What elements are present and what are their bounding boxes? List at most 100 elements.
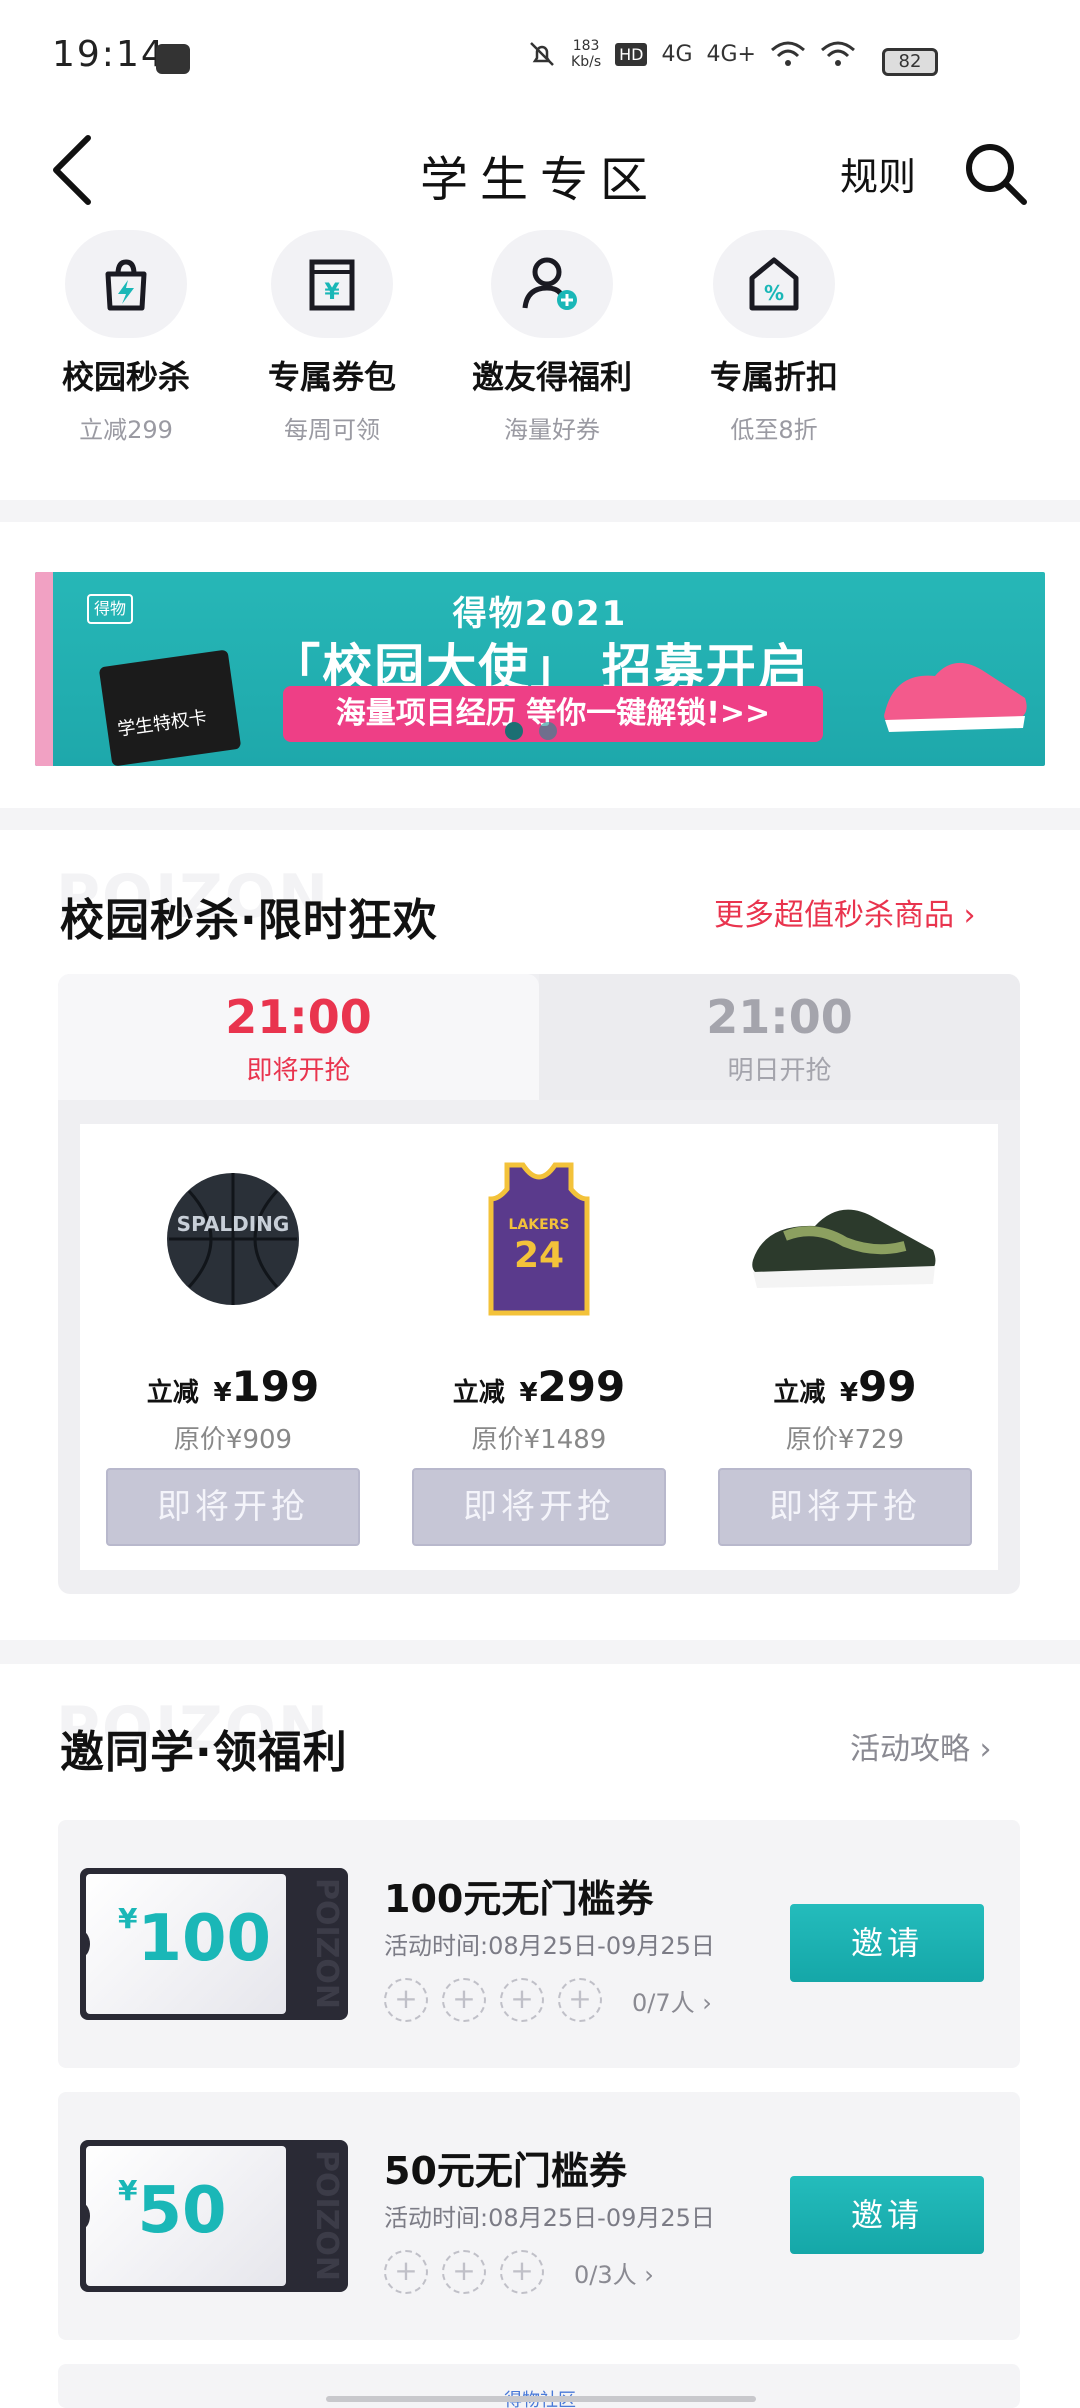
product-price: 立减 ¥299	[452, 1362, 626, 1411]
section-divider	[0, 1640, 1080, 1664]
search-icon	[966, 144, 1027, 205]
feature-name: 邀友得福利	[471, 358, 632, 396]
flash-sale-title: 校园秒杀·限时狂欢	[60, 895, 438, 946]
feature-icon-circle	[491, 230, 613, 338]
coupon-name: 100元无门槛券	[384, 1877, 654, 1921]
feature-icon-circle: %	[713, 230, 835, 338]
invite-slots: + + + + 0/7人 ›	[384, 1978, 712, 2022]
section-divider	[0, 500, 1080, 522]
jersey-image: LAKERS 24	[439, 1154, 639, 1324]
shopping-bag-bolt-icon	[105, 259, 147, 311]
chevron-right-icon: ›	[702, 1988, 712, 2017]
status-icons: 183 Kb/s HD 4G 4G+	[527, 38, 940, 70]
svg-text:¥: ¥	[324, 280, 340, 305]
tab-status: 明日开抢	[727, 1056, 832, 1086]
feature-sub: 低至8折	[730, 416, 818, 444]
rules-link[interactable]: 规则	[840, 146, 916, 201]
network-label-2: 4G+	[706, 41, 756, 67]
product-price: 立减 ¥99	[773, 1362, 917, 1411]
invite-button[interactable]: 邀请	[790, 2176, 984, 2254]
coupon-brand: POIZON	[309, 2150, 344, 2282]
original-price: 原价¥1489	[471, 1425, 607, 1455]
network-label-1: 4G	[661, 41, 693, 67]
student-card-image: 学生特权卡	[98, 649, 242, 766]
feature-shortcuts: 校园秒杀 立减299 ¥ 专属券包 每周可领 邀友得福利 海量好券 % 专属折扣…	[0, 230, 1080, 470]
feature-icon-circle: ¥	[271, 230, 393, 338]
original-price: 原价¥729	[785, 1425, 905, 1455]
search-button[interactable]	[960, 138, 1030, 208]
more-flash-sale-link[interactable]: 更多超值秒杀商品 ›	[714, 890, 976, 934]
tab-status: 即将开抢	[246, 1056, 351, 1086]
empty-slot-icon: +	[500, 2250, 544, 2294]
feature-name: 校园秒杀	[61, 358, 190, 396]
product-card[interactable]: 立减 ¥99 原价¥729 即将开抢	[694, 1124, 996, 1570]
chevron-right-icon: ›	[644, 2260, 654, 2289]
chevron-right-icon: ›	[963, 898, 976, 933]
hd-icon: HD	[615, 42, 648, 66]
tab-time: 21:00	[225, 990, 372, 1044]
product-card[interactable]: LAKERS 24 立减 ¥299 原价¥1489 即将开抢	[388, 1124, 690, 1570]
product-card[interactable]: SPALDING 立减 ¥199 原价¥909 即将开抢	[82, 1124, 384, 1570]
user-add-icon	[522, 257, 577, 310]
product-price: 立减 ¥199	[146, 1362, 320, 1411]
feature-voucher-pack[interactable]: ¥ 专属券包 每周可领	[232, 230, 432, 445]
tab-today[interactable]: 21:00 即将开抢	[58, 974, 539, 1100]
buy-soon-button[interactable]: 即将开抢	[106, 1468, 360, 1546]
empty-slot-icon: +	[442, 2250, 486, 2294]
invite-title: 邀同学·领福利	[60, 1727, 348, 1778]
svg-text:24: 24	[514, 1235, 564, 1276]
sneaker-image	[745, 1154, 945, 1324]
coupon-ticket: ¥50 POIZON	[80, 2140, 348, 2292]
svg-text:LAKERS: LAKERS	[508, 1217, 569, 1233]
invite-slots: + + + 0/3人 ›	[384, 2250, 654, 2294]
basketball-image: SPALDING	[133, 1154, 333, 1324]
student-card-text: 学生特权卡	[116, 707, 209, 741]
status-time: 19:14	[52, 34, 166, 75]
invite-button[interactable]: 邀请	[790, 1904, 984, 1982]
empty-slot-icon: +	[500, 1978, 544, 2022]
tab-time: 21:00	[706, 990, 853, 1044]
invite-progress[interactable]: 0/3人 ›	[574, 2255, 654, 2290]
header: 学生专区 规则	[0, 120, 1080, 220]
feature-invite-friends[interactable]: 邀友得福利 海量好券	[452, 230, 652, 445]
feature-name: 专属券包	[267, 358, 396, 396]
guide-link-text: 活动攻略	[850, 1732, 970, 1767]
tab-tomorrow[interactable]: 21:00 明日开抢	[539, 974, 1020, 1100]
empty-slot-icon: +	[442, 1978, 486, 2022]
home-indicator[interactable]	[326, 2396, 756, 2402]
coupon-ticket: ¥100 POIZON	[80, 1868, 348, 2020]
feature-name: 专属折扣	[709, 358, 838, 396]
feature-sub: 立减299	[79, 416, 173, 444]
page-dot	[505, 722, 523, 740]
product-list: SPALDING 立减 ¥199 原价¥909 即将开抢 LAKERS 24 立减…	[80, 1124, 998, 1570]
empty-slot-icon: +	[384, 1978, 428, 2022]
activity-guide-link[interactable]: 活动攻略 ›	[850, 1724, 992, 1768]
feature-exclusive-discount[interactable]: % 专属折扣 低至8折	[674, 230, 874, 445]
section-divider	[0, 808, 1080, 830]
status-bar: 19:14 183 Kb/s HD 4G 4G+ 82	[0, 0, 1080, 120]
feature-icon-circle	[65, 230, 187, 338]
buy-soon-button[interactable]: 即将开抢	[718, 1468, 972, 1546]
svg-text:SPALDING: SPALDING	[177, 1212, 290, 1236]
empty-slot-icon: +	[384, 2250, 428, 2294]
invite-progress[interactable]: 0/7人 ›	[632, 1983, 712, 2018]
feature-sub: 每周可领	[284, 416, 380, 444]
svg-text:%: %	[764, 281, 784, 305]
chevron-right-icon: ›	[979, 1732, 992, 1767]
coupon-name: 50元无门槛券	[384, 2149, 627, 2193]
coupon-card: ¥50 POIZON 50元无门槛券 活动时间:08月25日-09月25日 + …	[58, 2092, 1020, 2340]
coupon-date: 活动时间:08月25日-09月25日	[384, 2204, 715, 2232]
buy-soon-button[interactable]: 即将开抢	[412, 1468, 666, 1546]
flash-sale-panel: 21:00 即将开抢 21:00 明日开抢 SPALDING 立减 ¥199 原…	[58, 974, 1020, 1594]
page-dot	[539, 722, 557, 740]
more-link-text: 更多超值秒杀商品	[714, 898, 954, 933]
feature-sub: 海量好券	[504, 416, 600, 444]
sneaker-image	[884, 662, 1027, 732]
mute-bell-icon	[530, 42, 554, 66]
banner-pagination	[505, 722, 557, 740]
coupon-brand: POIZON	[309, 1878, 344, 2010]
empty-slot-icon: +	[558, 1978, 602, 2022]
original-price: 原价¥909	[173, 1425, 293, 1455]
notification-app-icon	[156, 44, 190, 74]
feature-campus-flash-sale[interactable]: 校园秒杀 立减299	[26, 230, 226, 445]
